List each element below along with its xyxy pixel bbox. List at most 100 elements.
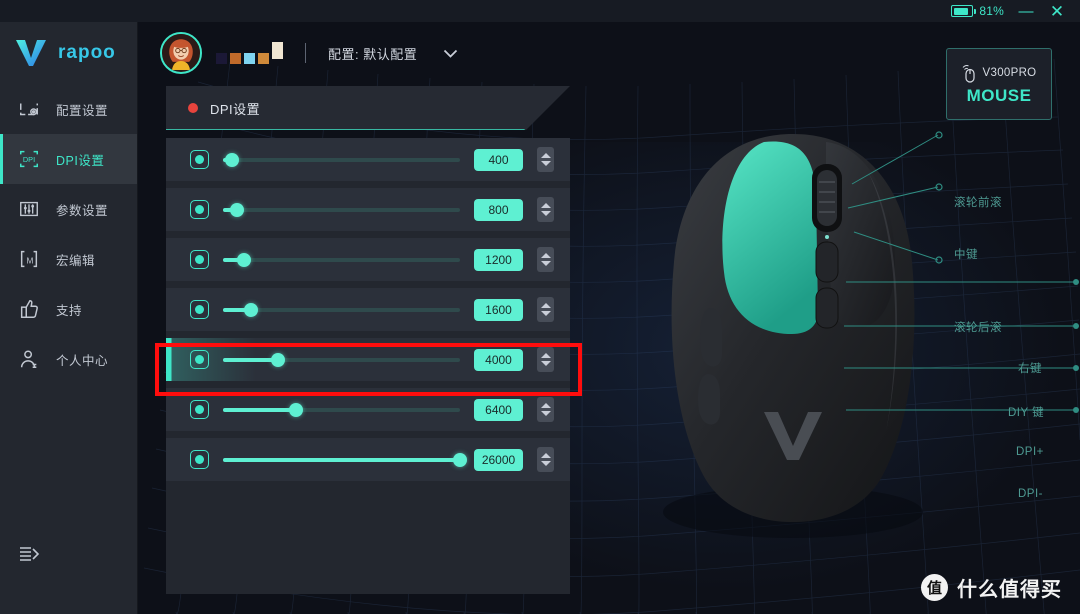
toolbar-divider <box>305 43 306 63</box>
device-badge-top: V300PRO <box>962 63 1037 83</box>
sidebar-label-macro-editor: 宏编辑 <box>56 253 96 268</box>
device-badge: V300PRO MOUSE <box>946 48 1052 120</box>
swatch-1 <box>216 53 227 64</box>
dpi-row-stepper[interactable] <box>537 447 554 472</box>
dpi-row-value[interactable]: 800 <box>474 198 523 221</box>
battery-icon <box>951 5 977 17</box>
dpi-row-slider[interactable] <box>223 300 460 319</box>
sliders-icon <box>20 201 38 217</box>
dpi-panel-title: DPI设置 <box>210 101 261 117</box>
dpi-row[interactable]: 1600 <box>166 288 570 331</box>
dpi-row-stepper[interactable] <box>537 297 554 322</box>
titlebar-controls: 81% — ✕ <box>951 3 1080 20</box>
dpi-row-slider[interactable] <box>223 450 467 469</box>
battery-status: 81% <box>951 4 1004 18</box>
swatch-5 <box>272 42 283 59</box>
sidebar-label-support: 支持 <box>56 303 83 318</box>
sidebar-item-support[interactable]: 支持 <box>0 284 137 334</box>
dpi-row-radio[interactable] <box>190 150 209 169</box>
diagram-label-scroll-up: 滚轮前滚 <box>954 197 1002 209</box>
macro-m-icon: M <box>20 250 38 268</box>
diagram-leader-lines-right <box>844 131 1079 413</box>
dpi-row-value[interactable]: 400 <box>474 148 523 171</box>
dpi-row-slider[interactable] <box>223 200 460 219</box>
brand-logo: rapoo <box>0 22 137 84</box>
dpi-row-slider[interactable] <box>223 350 460 369</box>
window-titlebar: 81% — ✕ <box>0 0 1080 22</box>
dpi-row-value[interactable]: 1200 <box>474 248 523 271</box>
dpi-row-highlighted[interactable]: 4000 <box>166 338 570 381</box>
swatch-4 <box>258 53 269 64</box>
dpi-row[interactable]: 400 <box>166 138 570 181</box>
sidebar-item-user-center[interactable]: 个人中心 <box>0 334 137 384</box>
dpi-row-slider[interactable] <box>223 150 460 169</box>
diagram-label-dpi-down: DPI- <box>1018 488 1043 500</box>
watermark-logo-icon: 值 <box>921 574 948 601</box>
close-button[interactable]: ✕ <box>1048 3 1066 20</box>
sidebar-item-macro-editor[interactable]: M 宏编辑 <box>0 234 137 284</box>
profile-dropdown-label: 配置: 默认配置 <box>328 46 418 62</box>
dpi-row[interactable]: 26000 <box>166 438 570 481</box>
user-icon <box>20 350 37 368</box>
dpi-row-value[interactable]: 1600 <box>474 298 523 321</box>
rapoo-v-logo-icon <box>16 40 46 66</box>
sidebar-label-user-center: 个人中心 <box>56 353 109 368</box>
dpi-row-stepper[interactable] <box>537 247 554 272</box>
chevron-down-icon <box>444 49 458 58</box>
diagram-label-dpi-up: DPI+ <box>1016 446 1044 458</box>
profile-dropdown[interactable]: 配置: 默认配置 <box>328 44 458 63</box>
dpi-row-radio[interactable] <box>190 350 209 369</box>
battery-percent-label: 81% <box>979 4 1004 18</box>
dpi-row[interactable]: 800 <box>166 188 570 231</box>
profile-settings-icon <box>20 103 38 116</box>
dpi-icon: DPI <box>20 150 38 168</box>
collapse-arrow-icon[interactable] <box>18 545 42 568</box>
device-category-label: MOUSE <box>966 85 1032 105</box>
dpi-settings-panel: DPI设置 400 800 1200 1600 4000 6400 26000 <box>166 86 570 594</box>
dpi-row-stepper[interactable] <box>537 147 554 172</box>
watermark-text: 什么值得买 <box>957 579 1062 601</box>
dpi-row[interactable]: 1200 <box>166 238 570 281</box>
dpi-row-radio[interactable] <box>190 250 209 269</box>
dpi-row-value[interactable]: 26000 <box>474 448 523 471</box>
dpi-row-radio[interactable] <box>190 200 209 219</box>
sidebar-label-profile-settings: 配置设置 <box>56 103 109 118</box>
dpi-row-stepper[interactable] <box>537 347 554 372</box>
dpi-row-list: 400 800 1200 1600 4000 6400 26000 <box>166 138 570 594</box>
svg-text:DPI: DPI <box>23 155 35 164</box>
sidebar-label-parameter-settings: 参数设置 <box>56 203 109 218</box>
dpi-row-slider[interactable] <box>223 400 460 419</box>
dpi-row-value[interactable]: 6400 <box>474 398 523 421</box>
minimize-button[interactable]: — <box>1017 4 1035 19</box>
profile-color-swatches[interactable] <box>216 42 283 64</box>
dpi-row-value[interactable]: 4000 <box>474 348 523 371</box>
diagram-label-middle-button: 中键 <box>954 249 978 261</box>
sidebar-item-profile-settings[interactable]: 配置设置 <box>0 84 137 134</box>
sidebar-label-dpi-settings: DPI设置 <box>56 153 105 168</box>
diagram-label-diy-button: DIY 键 <box>1008 407 1045 419</box>
svg-text:M: M <box>26 257 33 266</box>
dpi-panel-header: DPI设置 <box>166 86 570 130</box>
diagram-label-right-button: 右键 <box>1018 363 1042 375</box>
mouse-diagram: 左键 前进 后退 滚轮前滚 中键 滚轮后滚 右键 DIY 键 DPI+ DPI- <box>333 112 1080 592</box>
dpi-row-slider[interactable] <box>223 250 460 269</box>
dpi-row-radio[interactable] <box>190 400 209 419</box>
sidebar-item-parameter-settings[interactable]: 参数设置 <box>0 184 137 234</box>
thumbs-up-icon <box>20 300 38 318</box>
dpi-row-stepper[interactable] <box>537 397 554 422</box>
swatch-3 <box>244 53 255 64</box>
sidebar-item-dpi-settings[interactable]: DPI DPI设置 <box>0 134 137 184</box>
red-status-dot <box>188 103 198 113</box>
user-avatar[interactable] <box>160 32 202 74</box>
dpi-row-radio[interactable] <box>190 300 209 319</box>
swatch-2 <box>230 53 241 64</box>
dpi-row-stepper[interactable] <box>537 197 554 222</box>
main-stage: 配置: 默认配置 V300PRO MOUSE 滚轮前滚 中键 滚轮后滚 右键 D… <box>138 22 1080 614</box>
dpi-row-radio[interactable] <box>190 450 209 469</box>
dpi-row[interactable]: 6400 <box>166 388 570 431</box>
profile-bar: 配置: 默认配置 <box>138 22 1080 84</box>
watermark: 值 什么值得买 <box>921 573 1062 602</box>
diagram-label-scroll-down: 滚轮后滚 <box>954 322 1002 334</box>
brand-name: rapoo <box>58 42 116 63</box>
sidebar: rapoo 配置设置 DPI DPI设置 参数设置 M 宏编辑 支持 个人中心 <box>0 22 138 614</box>
